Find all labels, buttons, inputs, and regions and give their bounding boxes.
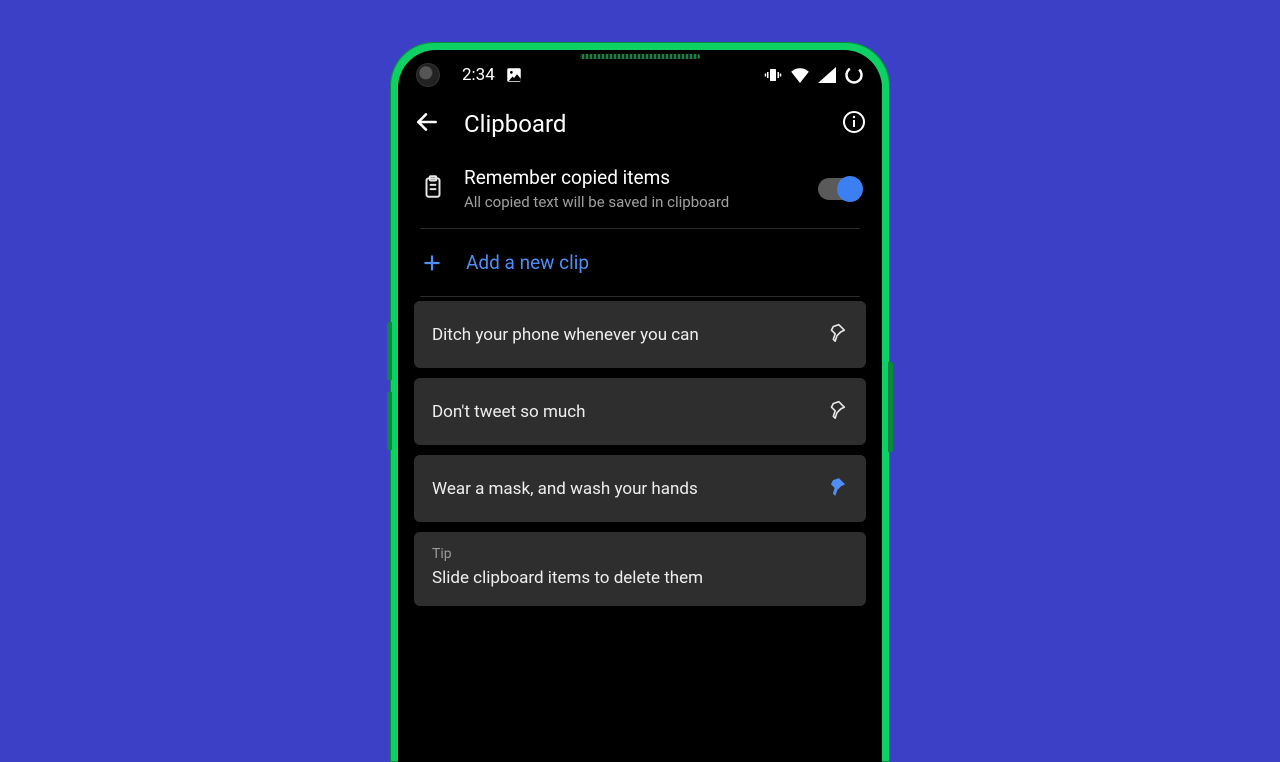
add-clip-label: Add a new clip <box>466 251 589 274</box>
clip-text: Don't tweet so much <box>432 402 812 422</box>
content: Remember copied items All copied text wi… <box>398 152 882 610</box>
back-icon[interactable] <box>414 109 440 139</box>
tip-text: Slide clipboard items to delete them <box>432 568 703 588</box>
pin-icon-filled[interactable] <box>826 475 848 502</box>
clip-item[interactable]: Wear a mask, and wash your hands <box>414 455 866 522</box>
image-icon <box>505 66 523 84</box>
page-title: Clipboard <box>464 110 566 138</box>
remember-setting[interactable]: Remember copied items All copied text wi… <box>408 152 872 228</box>
phone-frame: 2:34 <box>390 42 890 762</box>
clip-list: Ditch your phone whenever you can Don't … <box>408 297 872 610</box>
clip-text: Ditch your phone whenever you can <box>432 325 812 345</box>
clip-item[interactable]: Don't tweet so much <box>414 378 866 445</box>
loading-ring-icon <box>844 65 864 85</box>
info-icon[interactable] <box>842 110 866 138</box>
tip-label: Tip <box>432 546 452 562</box>
add-clip-button[interactable]: Add a new clip <box>408 229 872 296</box>
status-bar: 2:34 <box>398 54 882 96</box>
tip-card: Tip Slide clipboard items to delete them <box>414 532 866 606</box>
wifi-icon <box>790 67 810 83</box>
pin-icon[interactable] <box>826 398 848 425</box>
toggle-knob <box>837 176 863 202</box>
remember-title: Remember copied items <box>464 166 800 191</box>
front-camera <box>416 63 440 87</box>
pin-icon[interactable] <box>826 321 848 348</box>
remember-subtitle: All copied text will be saved in clipboa… <box>464 193 800 213</box>
vibrate-icon <box>764 66 782 84</box>
clipboard-icon <box>420 174 446 204</box>
volume-up-button <box>387 322 392 380</box>
remember-toggle[interactable] <box>818 178 860 200</box>
volume-down-button <box>387 392 392 450</box>
power-button <box>888 362 893 452</box>
status-time: 2:34 <box>462 65 495 85</box>
signal-icon <box>818 67 836 83</box>
screen: 2:34 <box>398 50 882 762</box>
plus-icon <box>422 253 442 273</box>
clip-text: Wear a mask, and wash your hands <box>432 479 812 499</box>
clip-item[interactable]: Ditch your phone whenever you can <box>414 301 866 368</box>
app-bar: Clipboard <box>398 96 882 152</box>
